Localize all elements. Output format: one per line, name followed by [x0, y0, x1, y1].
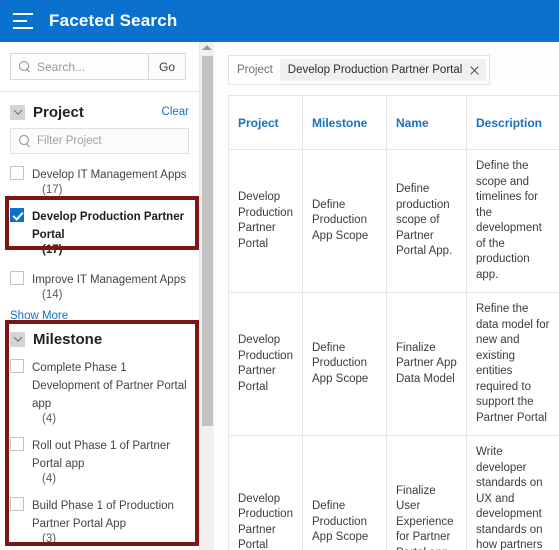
facet-group-project: Project Clear Filter Project Develop IT …: [0, 98, 199, 328]
filter-project-placeholder: Filter Project: [37, 135, 102, 147]
cell-description: Define the scope and timelines for the d…: [466, 149, 559, 293]
checkbox-unchecked-icon[interactable]: [10, 166, 24, 180]
checkbox-checked-icon[interactable]: [10, 208, 24, 222]
facet-option-count: (17): [42, 244, 63, 256]
results-panel: Project Develop Production Partner Porta…: [215, 42, 559, 550]
facet-header-milestone[interactable]: Milestone: [0, 322, 199, 352]
facet-sidebar: Search... Go Project Clear Filter Projec…: [0, 42, 199, 550]
facet-option-label: Roll out Phase 1 of Partner Portal app: [32, 440, 171, 470]
cell-description: Write developer standards on UX and deve…: [466, 435, 559, 550]
cell-project: Develop Production Partner Portal: [228, 149, 303, 293]
facet-option-label: Complete Phase 1 Development of Partner …: [32, 362, 187, 410]
cell-description: Refine the data model for new and existi…: [466, 292, 559, 436]
facet-option-label: Develop Production Partner Portal: [32, 211, 185, 241]
facet-option-count: (3): [42, 533, 57, 545]
cell-project: Develop Production Partner Portal: [228, 435, 303, 550]
cell-milestone: Define Production App Scope: [302, 435, 387, 550]
scrollbar-thumb[interactable]: [202, 56, 213, 426]
facet-title-milestone: Milestone: [33, 330, 103, 348]
close-icon[interactable]: [469, 65, 479, 75]
checkbox-unchecked-icon[interactable]: [10, 497, 24, 511]
facet-option-label: Build Phase 1 of Production Partner Port…: [32, 500, 174, 530]
search-placeholder: Search...: [37, 59, 86, 74]
facet-title-project: Project: [33, 103, 84, 121]
facet-header-project[interactable]: Project Clear: [0, 98, 199, 126]
chevron-down-icon[interactable]: [10, 104, 25, 120]
filter-project-input[interactable]: Filter Project: [10, 128, 189, 154]
filter-chip-label: Develop Production Partner Portal: [287, 64, 463, 76]
filter-category-label: Project: [237, 64, 273, 76]
app-header: Faceted Search: [0, 0, 559, 42]
facet-option-label: Improve IT Management Apps: [32, 274, 186, 286]
facet-group-milestone: Milestone Complete Phase 1 Development o…: [0, 322, 199, 550]
table-row[interactable]: Develop Production Partner Portal Define…: [228, 292, 559, 436]
cell-name: Finalize Partner App Data Model: [386, 292, 467, 436]
scroll-up-arrow-icon[interactable]: [202, 45, 212, 50]
column-header-milestone[interactable]: Milestone: [302, 95, 387, 150]
chevron-down-icon[interactable]: [10, 331, 25, 347]
clear-project-link[interactable]: Clear: [162, 106, 189, 118]
checkbox-unchecked-icon[interactable]: [10, 271, 24, 285]
facet-option-count: (14): [42, 289, 63, 301]
facet-option-develop-it-management-apps[interactable]: Develop IT Management Apps (17): [0, 162, 199, 201]
applied-filters-bar: Project Develop Production Partner Porta…: [228, 55, 490, 85]
table-header-row: Project Milestone Name Description: [228, 95, 559, 150]
sidebar-divider: [0, 91, 199, 92]
checkbox-unchecked-icon[interactable]: [10, 437, 24, 451]
facet-option-count: (17): [42, 184, 63, 196]
search-input[interactable]: Search...: [11, 54, 148, 79]
page-title: Faceted Search: [49, 11, 178, 30]
sidebar-scrollbar[interactable]: [199, 42, 214, 550]
cell-name: Finalize User Experience for Partner Por…: [386, 435, 467, 550]
search-icon: [19, 60, 31, 73]
cell-name: Define production scope of Partner Porta…: [386, 149, 467, 293]
facet-option-count: (4): [42, 413, 57, 425]
facet-option-roll-out-phase-1[interactable]: Roll out Phase 1 of Partner Portal app (…: [0, 430, 199, 490]
facet-option-improve-it-management-apps[interactable]: Improve IT Management Apps (14): [0, 264, 199, 306]
results-table: Project Milestone Name Description Devel…: [228, 95, 559, 550]
facet-option-label: Develop IT Management Apps: [32, 169, 187, 181]
filter-chip[interactable]: Develop Production Partner Portal: [279, 59, 487, 81]
search-icon: [19, 135, 31, 147]
search-go-button[interactable]: Go: [148, 54, 185, 79]
cell-milestone: Define Production App Scope: [302, 292, 387, 436]
facet-option-count: (4): [42, 473, 57, 485]
table-row[interactable]: Develop Production Partner Portal Define…: [228, 435, 559, 550]
facet-option-develop-production-partner-portal[interactable]: Develop Production Partner Portal (17): [0, 201, 199, 264]
column-header-name[interactable]: Name: [386, 95, 467, 150]
facet-option-build-phase-1[interactable]: Build Phase 1 of Production Partner Port…: [0, 490, 199, 550]
cell-project: Develop Production Partner Portal: [228, 292, 303, 436]
table-row[interactable]: Develop Production Partner Portal Define…: [228, 149, 559, 293]
hamburger-icon[interactable]: [13, 13, 35, 29]
facet-option-complete-phase-1[interactable]: Complete Phase 1 Development of Partner …: [0, 352, 199, 430]
column-header-project[interactable]: Project: [228, 95, 303, 150]
checkbox-unchecked-icon[interactable]: [10, 359, 24, 373]
cell-milestone: Define Production App Scope: [302, 149, 387, 293]
search-box[interactable]: Search... Go: [10, 53, 186, 80]
column-header-description[interactable]: Description: [466, 95, 559, 150]
